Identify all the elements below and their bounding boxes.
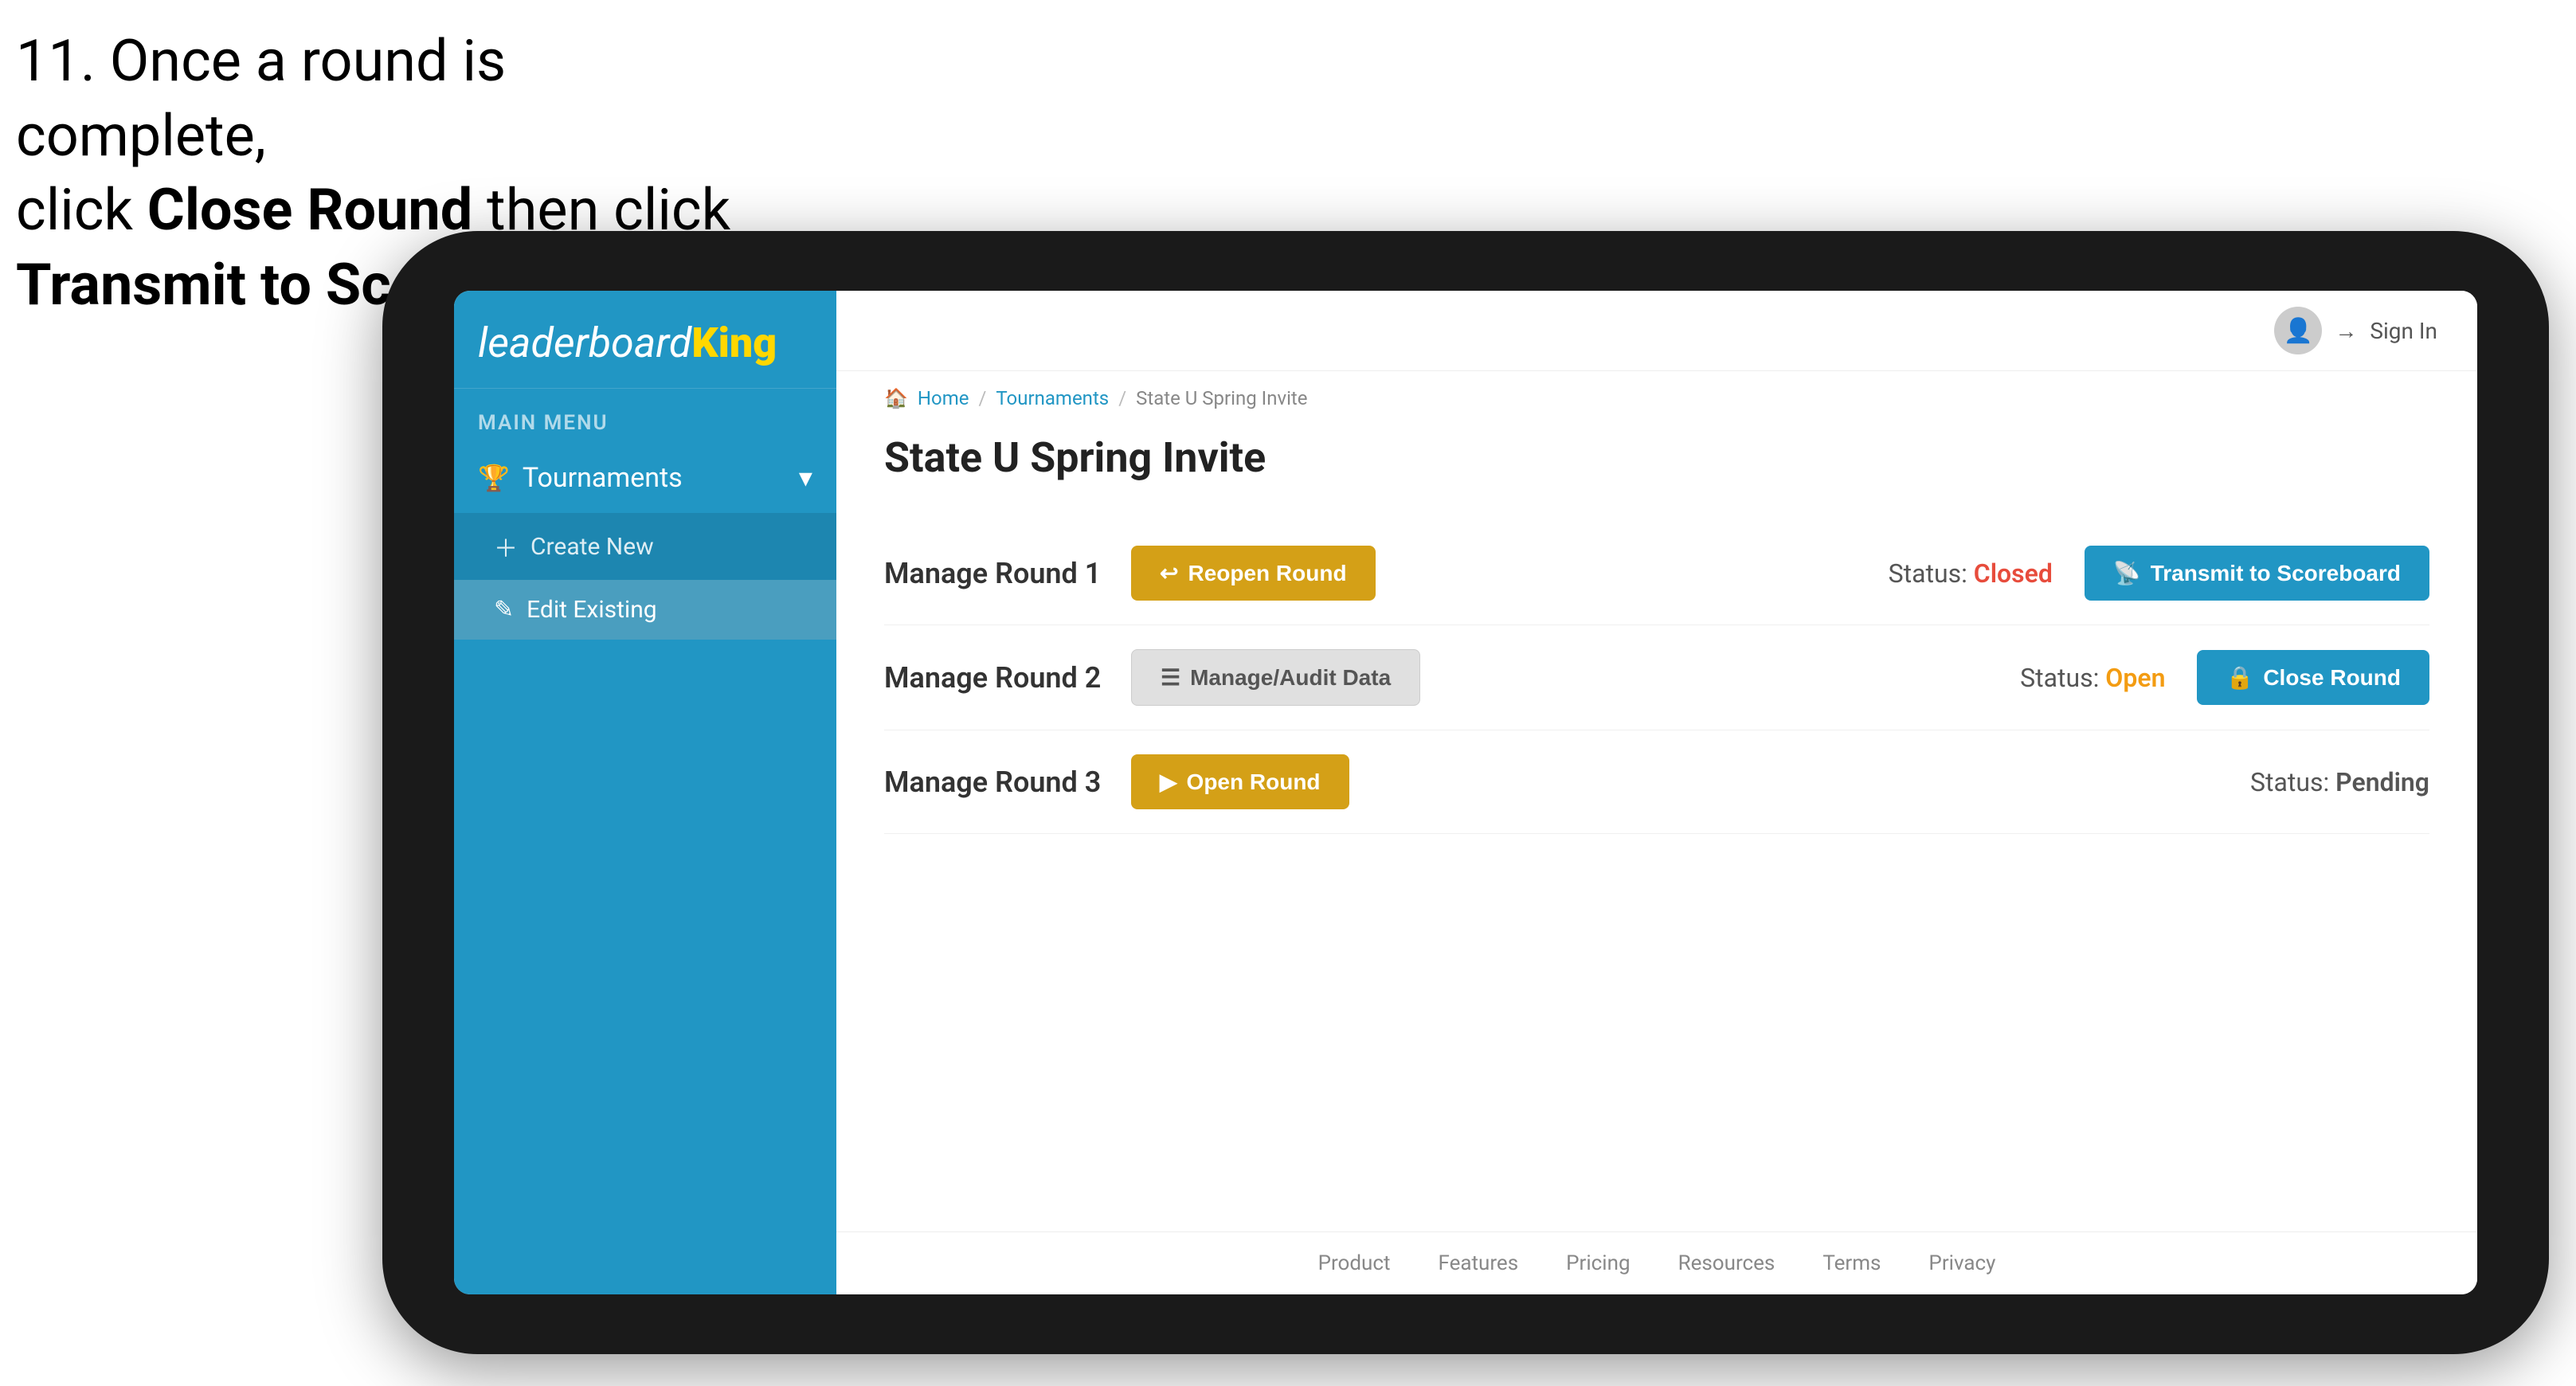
sidebar-item-tournaments[interactable]: 🏆 Tournaments ▾ <box>454 443 836 513</box>
sidebar: leaderboardKing MAIN MENU 🏆 Tournaments … <box>454 291 836 1294</box>
plus-icon: ＋ <box>494 529 518 564</box>
main-menu-label: MAIN MENU <box>454 389 836 443</box>
edit-icon: ✎ <box>494 596 514 624</box>
app-layout: leaderboardKing MAIN MENU 🏆 Tournaments … <box>454 291 2477 1294</box>
footer-features[interactable]: Features <box>1438 1251 1518 1275</box>
play-icon: ▶ <box>1160 769 1177 795</box>
logo-king: King <box>691 319 777 367</box>
manage-audit-data-button[interactable]: ☰ Manage/Audit Data <box>1131 649 1420 706</box>
sidebar-tournaments-label: Tournaments <box>523 462 683 494</box>
footer: Product Features Pricing Resources Terms… <box>836 1231 2477 1294</box>
tablet-screen: leaderboardKing MAIN MENU 🏆 Tournaments … <box>454 291 2477 1294</box>
sidebar-sub-nav: ＋ Create New ✎ Edit Existing <box>454 513 836 640</box>
transmit-icon: 📡 <box>2113 560 2141 586</box>
transmit-to-scoreboard-button[interactable]: 📡 Transmit to Scoreboard <box>2085 546 2429 601</box>
round-1-row: Manage Round 1 ↩ Reopen Round Status: Cl… <box>884 522 2429 625</box>
breadcrumb-sep1: / <box>978 387 986 409</box>
instruction-click-prefix: click <box>16 176 147 244</box>
top-bar: 👤 → Sign In <box>836 291 2477 371</box>
round-2-title: Manage Round 2 <box>884 661 1107 695</box>
open-round-button[interactable]: ▶ Open Round <box>1131 754 1349 809</box>
sign-in-text: Sign In <box>2370 318 2437 344</box>
footer-resources[interactable]: Resources <box>1678 1251 1775 1275</box>
sidebar-create-new[interactable]: ＋ Create New <box>454 513 836 580</box>
tablet-frame: leaderboardKing MAIN MENU 🏆 Tournaments … <box>382 231 2549 1354</box>
home-icon: 🏠 <box>884 387 908 409</box>
edit-existing-label: Edit Existing <box>527 596 656 624</box>
trophy-icon: 🏆 <box>478 463 510 493</box>
create-new-label: Create New <box>530 533 654 561</box>
footer-terms[interactable]: Terms <box>1822 1251 1881 1275</box>
footer-privacy[interactable]: Privacy <box>1928 1251 1995 1275</box>
reopen-round-button[interactable]: ↩ Reopen Round <box>1131 546 1376 601</box>
manage-audit-label: Manage/Audit Data <box>1190 665 1391 691</box>
open-round-label: Open Round <box>1187 769 1321 795</box>
round-1-status: Status: Closed <box>1889 558 2053 589</box>
sign-in-label: → <box>2335 318 2357 344</box>
sidebar-edit-existing[interactable]: ✎ Edit Existing <box>454 580 836 640</box>
footer-pricing[interactable]: Pricing <box>1566 1251 1630 1275</box>
logo-leaderboard: leaderboard <box>478 319 691 367</box>
instruction-line1: 11. Once a round is complete, <box>16 24 733 173</box>
audit-icon: ☰ <box>1161 664 1180 691</box>
logo-text: leaderboardKing <box>478 323 812 364</box>
sidebar-nav: 🏆 Tournaments ▾ ＋ Create New ✎ Edit Exis… <box>454 443 836 1294</box>
breadcrumb-home[interactable]: Home <box>918 387 969 409</box>
round-3-row: Manage Round 3 ▶ Open Round Status: Pend… <box>884 730 2429 834</box>
round-3-status: Status: Pending <box>2250 767 2429 797</box>
breadcrumb-tournaments[interactable]: Tournaments <box>996 387 1109 409</box>
instruction-close-round: Close Round <box>147 176 473 244</box>
close-round-button[interactable]: 🔒 Close Round <box>2197 650 2429 705</box>
round-1-status-value: Closed <box>1974 558 2053 589</box>
avatar: 👤 <box>2274 307 2322 354</box>
reopen-icon: ↩ <box>1160 560 1178 586</box>
round-2-status-value: Open <box>2105 663 2165 693</box>
round-1-title: Manage Round 1 <box>884 557 1107 590</box>
round-2-status: Status: Open <box>2020 663 2165 693</box>
round-3-status-value: Pending <box>2335 767 2429 797</box>
chevron-down-icon: ▾ <box>799 462 812 494</box>
footer-product[interactable]: Product <box>1318 1251 1391 1275</box>
page-title: State U Spring Invite <box>884 433 2429 482</box>
round-2-row: Manage Round 2 ☰ Manage/Audit Data Statu… <box>884 625 2429 730</box>
breadcrumb-current: State U Spring Invite <box>1136 387 1307 409</box>
breadcrumb: 🏠 Home / Tournaments / State U Spring In… <box>836 371 2477 417</box>
close-round-label: Close Round <box>2263 665 2401 691</box>
transmit-label: Transmit to Scoreboard <box>2151 561 2401 586</box>
round-3-title: Manage Round 3 <box>884 765 1107 799</box>
logo-area: leaderboardKing <box>454 291 836 389</box>
page-body: State U Spring Invite Manage Round 1 ↩ R… <box>836 417 2477 1231</box>
lock-icon: 🔒 <box>2226 664 2253 691</box>
sign-in-area[interactable]: 👤 → Sign In <box>2274 307 2437 354</box>
main-content: 👤 → Sign In 🏠 Home / Tournaments / State… <box>836 291 2477 1294</box>
reopen-round-label: Reopen Round <box>1188 561 1346 586</box>
breadcrumb-sep2: / <box>1118 387 1126 409</box>
